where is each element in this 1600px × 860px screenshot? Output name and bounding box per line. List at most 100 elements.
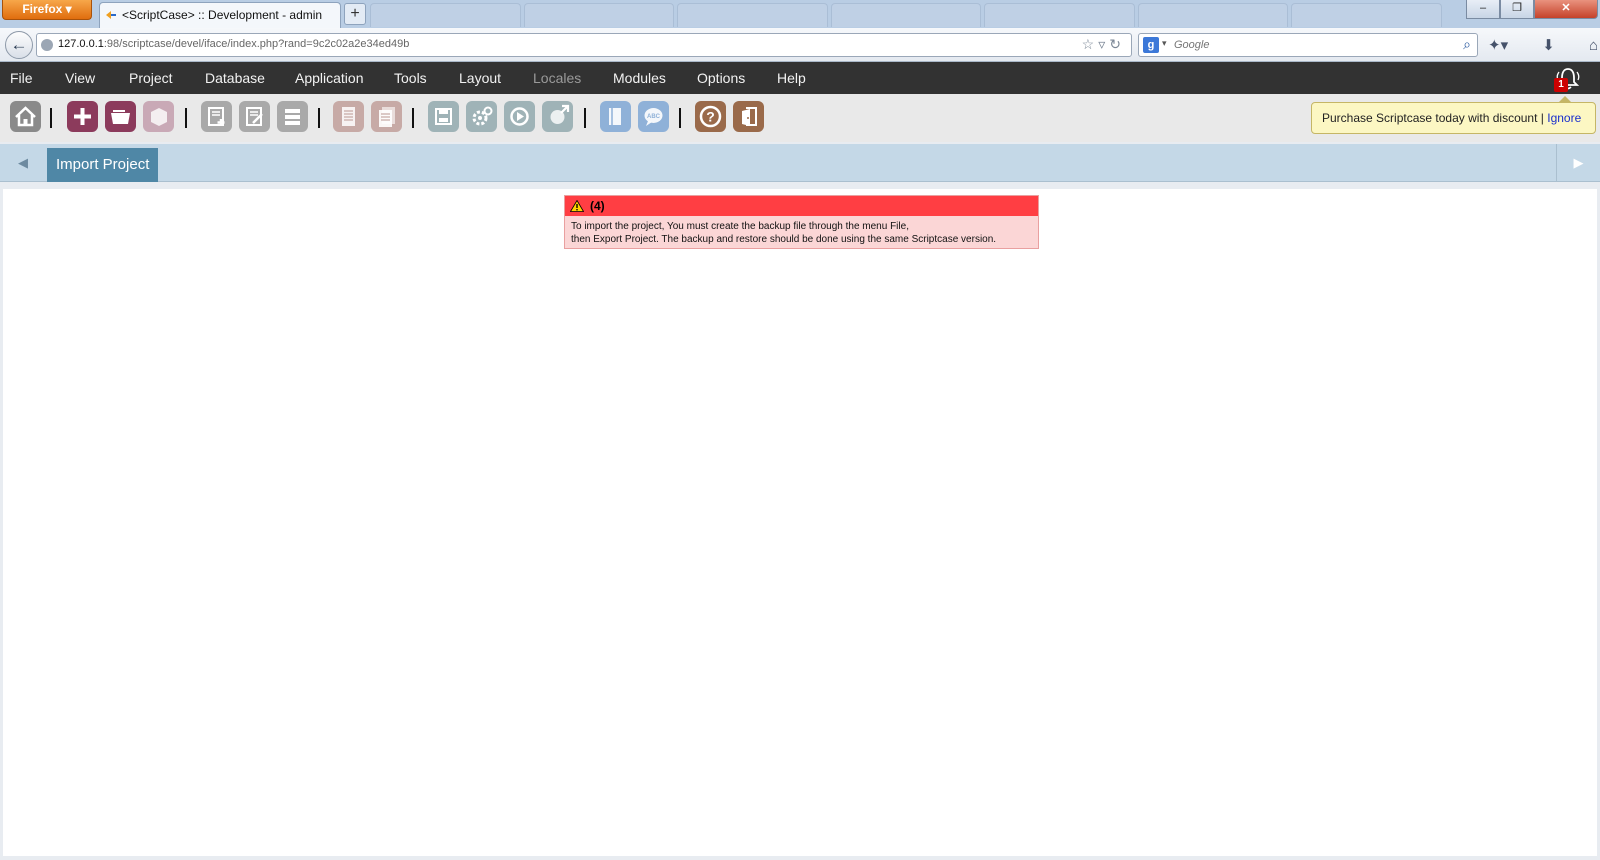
nav-right-buttons: ✦▾ ⬇ ⌂ bbox=[1488, 34, 1598, 56]
bookmark-star-icon[interactable]: ☆ bbox=[1082, 36, 1099, 52]
toolbar-open-project-button[interactable] bbox=[105, 101, 136, 132]
menu-layout[interactable]: Layout bbox=[459, 62, 501, 94]
run-play-icon bbox=[510, 107, 529, 126]
background-tab[interactable] bbox=[370, 3, 521, 27]
toolbar-save-button bbox=[428, 101, 459, 132]
site-identity-icon[interactable] bbox=[41, 39, 53, 51]
toolbar-help-button[interactable]: ? bbox=[695, 101, 726, 132]
firefox-menu-button[interactable]: Firefox ▾ bbox=[2, 0, 92, 20]
menu-locales: Locales bbox=[533, 70, 582, 86]
toolbar-documents-button bbox=[371, 101, 402, 132]
toolbar: ABC ? Purchase Scriptcase today with dis… bbox=[0, 94, 1600, 142]
toolbar-run-button bbox=[504, 101, 535, 132]
search-bar: g ▾ ⌕ bbox=[1138, 33, 1478, 57]
minimize-button[interactable]: – bbox=[1466, 0, 1500, 19]
tab-import-project[interactable]: Import Project bbox=[47, 148, 158, 182]
toolbar-separator bbox=[185, 108, 187, 128]
book-icon bbox=[609, 108, 621, 125]
background-tab[interactable] bbox=[1291, 3, 1443, 27]
menu-help[interactable]: Help bbox=[777, 62, 806, 94]
toolbar-edit-application-button bbox=[239, 101, 270, 132]
chevron-left-icon: ◀ bbox=[18, 155, 28, 170]
background-tab[interactable] bbox=[984, 3, 1135, 27]
downloads-icon[interactable]: ⬇ bbox=[1542, 36, 1555, 54]
scriptcase-favicon-icon bbox=[106, 11, 116, 19]
menu-options[interactable]: Options bbox=[697, 62, 745, 94]
warning-icon bbox=[570, 200, 584, 212]
background-tabs bbox=[370, 3, 1445, 27]
toolbar-chat-button: ABC bbox=[638, 101, 669, 132]
promo-tooltip-arrow bbox=[1558, 96, 1572, 103]
maximize-button[interactable]: ❐ bbox=[1500, 0, 1534, 19]
close-window-button[interactable]: ✕ bbox=[1534, 0, 1598, 19]
background-tab[interactable] bbox=[677, 3, 828, 27]
bookmarks-menu-icon[interactable]: ✦▾ bbox=[1488, 36, 1508, 54]
error-alert-header: (4) bbox=[565, 196, 1038, 216]
search-engine-dropdown-icon[interactable]: ▾ bbox=[1162, 38, 1167, 49]
browser-title-bar: Firefox ▾ <ScriptCase> :: Development - … bbox=[0, 0, 1600, 28]
search-input[interactable] bbox=[1174, 37, 1434, 53]
window-controls: – ❐ ✕ bbox=[1466, 0, 1598, 19]
svg-text:ABC: ABC bbox=[647, 114, 661, 120]
documents-icon bbox=[379, 107, 395, 127]
menu-file[interactable]: File bbox=[10, 62, 33, 94]
url-text[interactable]: 127.0.0.1:98/scriptcase/devel/iface/inde… bbox=[58, 38, 409, 50]
toolbar-separator bbox=[50, 108, 52, 128]
url-bar[interactable]: 127.0.0.1:98/scriptcase/devel/iface/inde… bbox=[36, 33, 1132, 57]
url-actions: ☆▿↻ bbox=[1082, 36, 1125, 53]
toolbar-project-box-button bbox=[143, 101, 174, 132]
error-message-line-2: then Export Project. The backup and rest… bbox=[571, 234, 997, 245]
toolbar-new-application-button bbox=[201, 101, 232, 132]
purchase-promo-tooltip: Purchase Scriptcase today with discount … bbox=[1311, 102, 1596, 134]
toolbar-home-button[interactable] bbox=[10, 101, 41, 132]
url-history-dropdown-icon[interactable]: ▿ bbox=[1098, 36, 1109, 52]
toolbar-new-project-button[interactable] bbox=[67, 101, 98, 132]
promo-ignore-link[interactable]: Ignore bbox=[1547, 111, 1581, 125]
background-tab[interactable] bbox=[523, 3, 675, 27]
menu-project[interactable]: Project bbox=[129, 62, 173, 94]
exit-icon bbox=[742, 107, 757, 126]
tab-scroll-left-button[interactable]: ◀ bbox=[0, 144, 46, 182]
help-icon: ? bbox=[699, 105, 722, 128]
browser-nav-bar: ← 127.0.0.1:98/scriptcase/devel/iface/in… bbox=[0, 28, 1600, 62]
toolbar-application-list-button bbox=[277, 101, 308, 132]
chevron-right-icon: ▶ bbox=[1573, 155, 1584, 170]
toolbar-document-button bbox=[333, 101, 364, 132]
menu-view[interactable]: View bbox=[65, 62, 95, 94]
menu-database[interactable]: Database bbox=[205, 62, 265, 94]
export-icon bbox=[550, 104, 570, 124]
generate-gear-icon bbox=[472, 106, 493, 126]
home-browser-icon[interactable]: ⌂ bbox=[1589, 37, 1598, 54]
error-message-line-1: To import the project, You must create t… bbox=[571, 221, 909, 232]
main-content: (4) To import the project, You must crea… bbox=[3, 189, 1597, 856]
toolbar-separator bbox=[412, 108, 414, 128]
search-go-icon[interactable]: ⌕ bbox=[1463, 36, 1471, 53]
toolbar-generate-button bbox=[466, 101, 497, 132]
browser-tab-active[interactable]: <ScriptCase> :: Development - admin bbox=[99, 2, 341, 28]
toolbar-export-button bbox=[542, 101, 573, 132]
error-alert: (4) To import the project, You must crea… bbox=[564, 195, 1039, 249]
background-tab[interactable] bbox=[830, 3, 982, 27]
save-icon bbox=[435, 108, 452, 125]
back-button[interactable]: ← bbox=[5, 31, 33, 59]
app-tab-strip: ◀ Import Project ▶ bbox=[0, 144, 1600, 182]
chat-abc-icon: ABC bbox=[644, 108, 663, 126]
promo-text: Purchase Scriptcase today with discount … bbox=[1322, 111, 1544, 125]
open-project-icon bbox=[111, 110, 130, 124]
notification-count-badge: 1 bbox=[1554, 78, 1568, 92]
menu-tools[interactable]: Tools bbox=[394, 62, 427, 94]
google-icon[interactable]: g bbox=[1143, 37, 1159, 53]
menu-application[interactable]: Application bbox=[295, 62, 364, 94]
background-tab[interactable] bbox=[1137, 3, 1289, 27]
new-project-icon bbox=[74, 108, 91, 125]
toolbar-exit-button[interactable] bbox=[733, 101, 764, 132]
tab-scroll-right-button[interactable]: ▶ bbox=[1556, 144, 1600, 182]
svg-text:?: ? bbox=[706, 109, 715, 125]
menu-modules[interactable]: Modules bbox=[613, 62, 666, 94]
reload-icon[interactable]: ↻ bbox=[1109, 36, 1125, 52]
toolbar-separator bbox=[584, 108, 586, 128]
edit-application-icon bbox=[246, 107, 263, 126]
browser-tab-title: <ScriptCase> :: Development - admin bbox=[122, 8, 323, 22]
new-tab-button[interactable]: + bbox=[344, 3, 366, 25]
toolbar-documentation-button bbox=[600, 101, 631, 132]
